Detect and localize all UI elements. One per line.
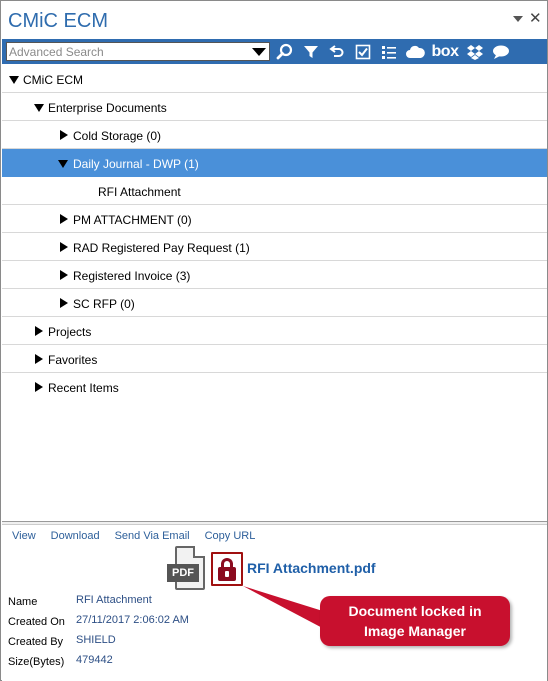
tree-item-cold-storage[interactable]: Cold Storage (0): [2, 121, 547, 149]
list-icon[interactable]: [378, 41, 400, 63]
box-icon[interactable]: box: [430, 41, 460, 63]
lock-keyhole: [225, 571, 229, 577]
tree-item-projects[interactable]: Projects: [2, 317, 547, 345]
filter-icon[interactable]: [300, 41, 322, 63]
collapsed-arrow-icon[interactable]: [60, 130, 68, 140]
document-tree: CMiC ECM Enterprise Documents Cold Stora…: [2, 65, 547, 521]
tree-item-label: Favorites: [48, 353, 98, 367]
lock-callout: Document locked in Image Manager: [320, 596, 510, 646]
tree-item-favorites[interactable]: Favorites: [2, 345, 547, 373]
send-via-email-link[interactable]: Send Via Email: [115, 530, 190, 542]
tree-item-label: Enterprise Documents: [48, 101, 167, 115]
title-bar: CMiC ECM ✕: [1, 1, 547, 39]
tree-item-recent-items[interactable]: Recent Items: [2, 373, 547, 401]
lock-body: [218, 567, 236, 581]
file-name-link[interactable]: RFI Attachment.pdf: [247, 560, 376, 576]
tree-item-cmic-ecm[interactable]: CMiC ECM: [2, 65, 547, 93]
tree-item-registered-invoice[interactable]: Registered Invoice (3): [2, 261, 547, 289]
tree-item-label: Cold Storage (0): [73, 129, 162, 143]
tree-item-label: RAD Registered Pay Request (1): [73, 241, 250, 255]
tree-item-rad-registered-pay-request[interactable]: RAD Registered Pay Request (1): [2, 233, 547, 261]
tree-item-rfi-attachment[interactable]: RFI Attachment: [2, 177, 547, 205]
collapsed-arrow-icon[interactable]: [60, 298, 68, 308]
property-label: Created By: [8, 636, 64, 648]
callout-line-2: Image Manager: [364, 623, 466, 639]
window-menu-icon[interactable]: [513, 16, 523, 22]
pdf-file-icon: PDF: [167, 546, 205, 590]
tree-item-label: CMiC ECM: [23, 73, 83, 87]
document-actions: View Download Send Via Email Copy URL: [12, 530, 270, 542]
collapsed-arrow-icon[interactable]: [35, 354, 43, 364]
cloud-icon[interactable]: [404, 41, 426, 63]
advanced-search-box[interactable]: [6, 42, 270, 61]
property-label: Name: [8, 596, 38, 608]
tree-item-pm-attachment[interactable]: PM ATTACHMENT (0): [2, 205, 547, 233]
expanded-arrow-icon[interactable]: [9, 76, 19, 84]
tree-item-label: SC RFP (0): [73, 297, 135, 311]
close-icon[interactable]: ✕: [529, 9, 542, 27]
collapsed-arrow-icon[interactable]: [60, 214, 68, 224]
panel-splitter[interactable]: [2, 521, 547, 525]
tree-item-label: RFI Attachment: [98, 185, 181, 199]
tree-item-label: Recent Items: [48, 381, 119, 395]
pdf-tag: PDF: [167, 564, 199, 582]
advanced-search-input[interactable]: [9, 44, 245, 59]
tree-item-label: Daily Journal - DWP (1): [73, 157, 199, 171]
toolbar-icons: box: [274, 39, 516, 64]
search-dropdown-icon[interactable]: [252, 48, 266, 56]
property-label: Created On: [8, 616, 65, 628]
chat-icon[interactable]: [490, 41, 512, 63]
tree-item-label: Registered Invoice (3): [73, 269, 191, 283]
property-value: 479442: [76, 654, 113, 666]
tree-item-label: PM ATTACHMENT (0): [73, 213, 192, 227]
lock-icon: [211, 552, 243, 586]
tree-item-label: Projects: [48, 325, 92, 339]
checkbox-icon[interactable]: [352, 41, 374, 63]
property-value: 27/11/2017 2:06:02 AM: [76, 614, 189, 626]
pdf-fold-shape: [193, 546, 205, 558]
search-icon[interactable]: [274, 41, 296, 63]
toolbar: box: [2, 39, 547, 64]
property-value: SHIELD: [76, 634, 116, 646]
expanded-arrow-icon[interactable]: [34, 104, 44, 112]
download-link[interactable]: Download: [51, 530, 100, 542]
tree-item-enterprise-documents[interactable]: Enterprise Documents: [2, 93, 547, 121]
callout-line-1: Document locked in: [348, 603, 482, 619]
undo-icon[interactable]: [326, 41, 348, 63]
tree-item-sc-rfp[interactable]: SC RFP (0): [2, 289, 547, 317]
collapsed-arrow-icon[interactable]: [60, 270, 68, 280]
collapsed-arrow-icon[interactable]: [35, 382, 43, 392]
collapsed-arrow-icon[interactable]: [35, 326, 43, 336]
expanded-arrow-icon[interactable]: [58, 160, 68, 168]
window-title: CMiC ECM: [8, 10, 108, 32]
ecm-window: CMiC ECM ✕ Advanced Search box CMiC ECM …: [0, 0, 548, 681]
dropbox-icon[interactable]: [464, 41, 486, 63]
property-label: Size(Bytes): [8, 656, 65, 668]
property-value: RFI Attachment: [76, 594, 152, 606]
copy-url-link[interactable]: Copy URL: [205, 530, 256, 542]
tree-item-daily-journal[interactable]: Daily Journal - DWP (1): [2, 149, 547, 177]
view-link[interactable]: View: [12, 530, 36, 542]
collapsed-arrow-icon[interactable]: [60, 242, 68, 252]
